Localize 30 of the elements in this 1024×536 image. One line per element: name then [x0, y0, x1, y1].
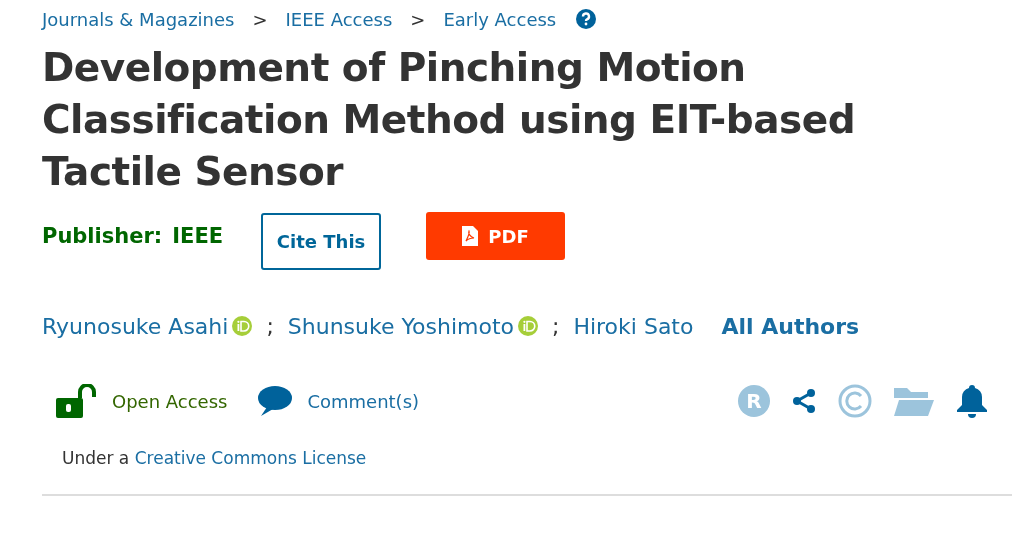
unlocked-padlock-icon	[56, 384, 96, 418]
author-link[interactable]: Hiroki Sato	[573, 313, 694, 339]
all-authors-link[interactable]: All Authors	[721, 313, 860, 339]
share-icon[interactable]	[792, 388, 816, 414]
author-separator: ;	[551, 313, 560, 339]
bell-icon[interactable]	[956, 384, 988, 418]
orcid-icon[interactable]	[517, 316, 538, 336]
orcid-icon[interactable]	[232, 316, 253, 336]
breadcrumb-separator: >	[252, 8, 268, 30]
breadcrumb-link[interactable]: Journals & Magazines	[42, 8, 235, 30]
license-link[interactable]: Creative Commons License	[134, 448, 367, 468]
breadcrumb-link[interactable]: Early Access	[443, 8, 557, 30]
cite-button[interactable]: Cite This	[261, 212, 382, 270]
help-icon[interactable]	[576, 9, 597, 29]
open-access-label: Open Access	[112, 390, 228, 412]
publisher-label: Publisher:	[42, 224, 163, 248]
author-link[interactable]: Shunsuke Yoshimoto	[287, 313, 514, 339]
comments-link[interactable]: Comment(s)	[307, 390, 420, 412]
speech-bubble-icon	[257, 385, 294, 417]
folder-icon[interactable]	[894, 386, 934, 416]
license-text: Under a Creative Commons License	[62, 448, 368, 468]
copyright-icon[interactable]	[838, 384, 872, 418]
publisher-name: IEEE	[172, 224, 224, 248]
author-link[interactable]: Ryunosuke Asahi	[42, 313, 229, 339]
breadcrumb-separator: >	[410, 8, 426, 30]
pdf-file-icon	[462, 226, 479, 246]
pdf-button[interactable]: PDF	[426, 212, 566, 260]
breadcrumb-link[interactable]: IEEE Access	[285, 8, 393, 30]
article-title: Development of Pinching Motion Classification Method using EIT-based Tactile Sensor	[42, 44, 857, 196]
author-separator: ;	[266, 313, 274, 339]
